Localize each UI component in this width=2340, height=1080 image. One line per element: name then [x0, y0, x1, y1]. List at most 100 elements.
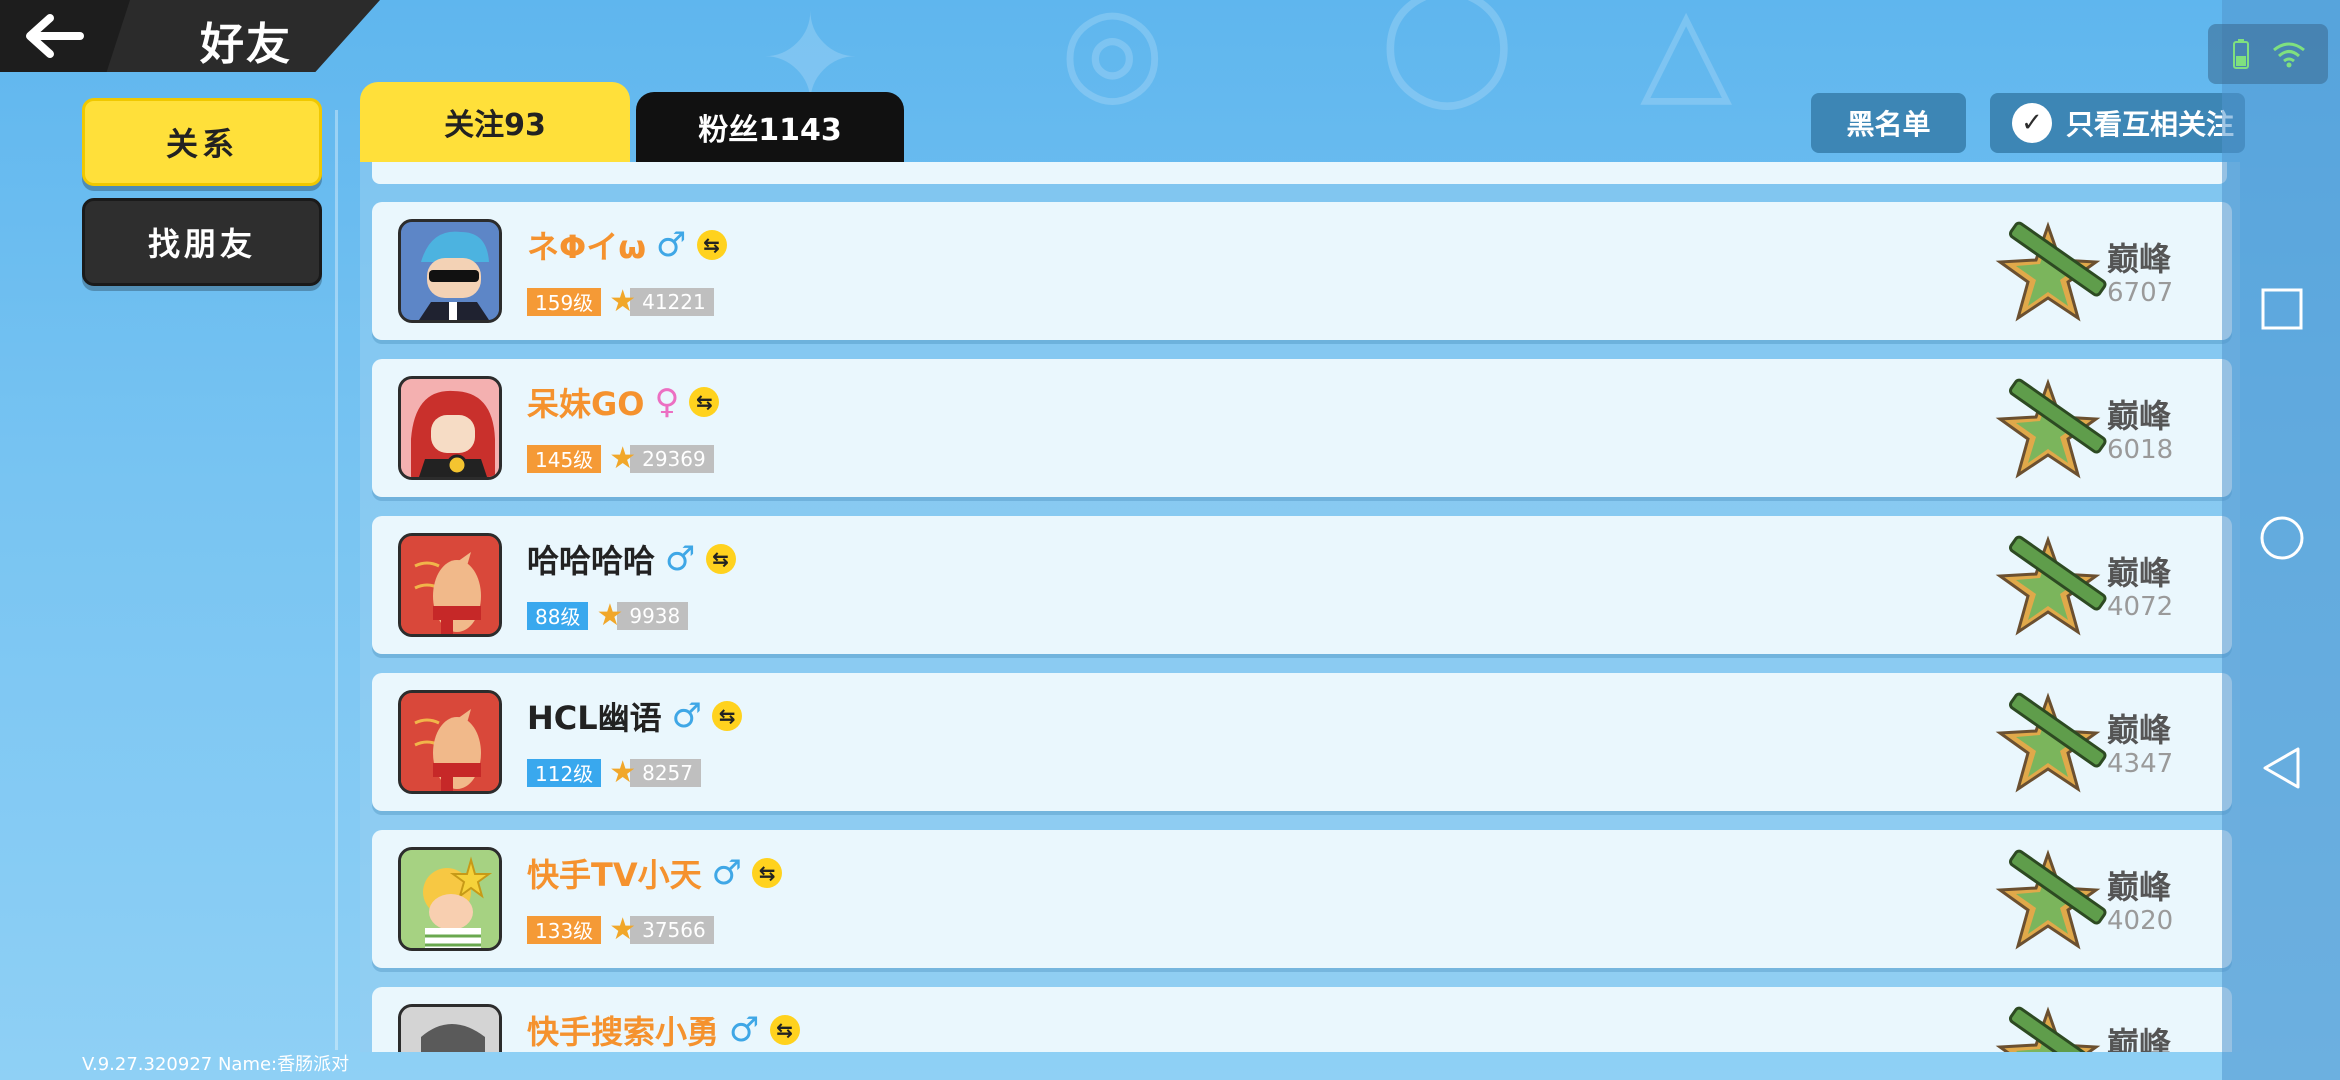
rank-score: 6018 — [2107, 435, 2174, 465]
mutual-follow-icon: ⇆ — [769, 1015, 800, 1045]
side-divider — [335, 110, 338, 1050]
star-icon: ★ — [609, 441, 637, 476]
rank-emblem-icon — [1995, 692, 2107, 793]
mutual-follow-icon: ⇆ — [712, 701, 743, 731]
level-badge: 145级 — [527, 444, 602, 473]
friend-name: HCL幽语 — [527, 699, 662, 737]
friend-row[interactable]: 快手搜索小勇 ♂ ⇆ 巅峰 — [372, 987, 2232, 1052]
rank-emblem-icon — [1995, 221, 2107, 322]
version-label: V.9.27.320927 Name:香肠派对 — [82, 1054, 350, 1075]
info-line: 133级 ★ 37566 — [527, 912, 714, 947]
rank-score: 4020 — [2107, 906, 2174, 936]
level-badge: 88级 — [527, 601, 589, 630]
wifi-icon — [2272, 42, 2305, 68]
mutual-follow-icon: ⇆ — [696, 230, 727, 260]
blacklist-button[interactable]: 黑名单 — [1811, 93, 1966, 153]
circle-nav-icon[interactable] — [2260, 516, 2304, 560]
friend-name: 快手搜索小勇 — [527, 1013, 720, 1051]
avatar[interactable] — [398, 376, 502, 480]
score-value: 29369 — [630, 444, 714, 473]
friend-row[interactable]: 哈哈哈哈 ♂ ⇆ 88级 ★ 9938 巅峰 4072 — [372, 516, 2232, 654]
score-badge: ★ 29369 — [609, 441, 714, 476]
tab-following[interactable]: 关注93 — [360, 82, 630, 162]
avatar[interactable] — [398, 219, 502, 323]
friend-name: 哈哈哈哈 — [527, 542, 656, 580]
avatar[interactable] — [398, 533, 502, 637]
name-line: 快手TV小天 ♂ ⇆ — [527, 850, 783, 896]
mutual-follow-icon: ⇆ — [705, 544, 736, 574]
name-line: 哈哈哈哈 ♂ ⇆ — [527, 536, 736, 582]
status-indicators — [2208, 24, 2328, 84]
female-icon: ♀ — [654, 382, 680, 422]
male-icon: ♂ — [711, 853, 743, 893]
rank-score: 4072 — [2107, 592, 2174, 622]
mutual-only-label: 只看互相关注 — [2066, 108, 2235, 141]
rank-score: 6707 — [2107, 278, 2174, 308]
star-icon: ★ — [609, 755, 637, 790]
rank-title: 巅峰 — [2107, 1025, 2172, 1052]
back-arrow-icon — [26, 14, 84, 58]
level-badge: 133级 — [527, 915, 602, 944]
side-menu-relationship[interactable]: 关系 — [82, 98, 322, 186]
page-title: 好友 — [200, 19, 292, 70]
triangle-back-nav-icon[interactable] — [2260, 746, 2304, 790]
background-doodle: △ — [1640, 0, 1733, 119]
rank-title: 巅峰 — [2107, 240, 2172, 278]
friend-row[interactable]: 呆妹GO ♀ ⇆ 145级 ★ 29369 巅峰 6018 — [372, 359, 2232, 497]
male-icon: ♂ — [665, 539, 696, 579]
rank-title: 巅峰 — [2107, 554, 2172, 592]
score-value: 9938 — [617, 601, 689, 630]
back-button[interactable] — [0, 0, 130, 72]
star-icon: ★ — [596, 598, 624, 633]
name-line: ネΦイω ♂ ⇆ — [527, 222, 727, 268]
rank-title: 巅峰 — [2107, 711, 2172, 749]
rank-emblem-icon — [1995, 1006, 2107, 1052]
square-nav-icon[interactable] — [2260, 287, 2304, 331]
name-line: 快手搜索小勇 ♂ ⇆ — [527, 1007, 800, 1052]
score-badge: ★ 8257 — [609, 755, 701, 790]
male-icon: ♂ — [729, 1010, 760, 1050]
mutual-follow-icon: ⇆ — [752, 858, 783, 888]
info-line: 159级 ★ 41221 — [527, 284, 714, 319]
score-value: 37566 — [630, 915, 714, 944]
tab-fans[interactable]: 粉丝1143 — [636, 92, 904, 162]
side-menu-find-friends[interactable]: 找朋友 — [82, 198, 322, 286]
rank-score: 4347 — [2107, 749, 2174, 779]
friend-row[interactable]: ネΦイω ♂ ⇆ 159级 ★ 41221 巅峰 6707 — [372, 202, 2232, 340]
rank-title: 巅峰 — [2107, 397, 2172, 435]
background-doodle: ◯ — [1380, 0, 1515, 109]
rank-emblem-icon — [1995, 378, 2107, 479]
score-badge: ★ 37566 — [609, 912, 714, 947]
friend-row[interactable]: 快手TV小天 ♂ ⇆ 133级 ★ 37566 巅峰 4020 — [372, 830, 2232, 968]
name-line: 呆妹GO ♀ ⇆ — [527, 379, 720, 425]
info-line: 112级 ★ 8257 — [527, 755, 701, 790]
male-icon: ♂ — [656, 225, 687, 265]
level-badge: 112级 — [527, 758, 602, 787]
avatar[interactable] — [398, 1004, 502, 1052]
rank-emblem-icon — [1995, 535, 2107, 636]
friend-list[interactable]: ネΦイω ♂ ⇆ 159级 ★ 41221 巅峰 6707 呆妹GO ♀ ⇆ 1… — [360, 162, 2240, 1052]
mutual-follow-icon: ⇆ — [689, 387, 720, 417]
check-icon: ✓ — [2012, 103, 2052, 143]
friend-name: 呆妹GO — [527, 385, 645, 423]
list-item-partial — [372, 162, 2227, 184]
score-value: 41221 — [630, 287, 714, 316]
title-banner: 好友 — [0, 0, 380, 72]
male-icon: ♂ — [671, 696, 703, 736]
star-icon: ★ — [609, 284, 637, 319]
score-badge: ★ 9938 — [596, 598, 689, 633]
battery-icon — [2232, 39, 2249, 69]
score-value: 8257 — [630, 758, 701, 787]
score-badge: ★ 41221 — [609, 284, 714, 319]
friend-row[interactable]: HCL幽语 ♂ ⇆ 112级 ★ 8257 巅峰 4347 — [372, 673, 2232, 811]
friend-name: ネΦイω — [527, 228, 647, 266]
name-line: HCL幽语 ♂ ⇆ — [527, 693, 743, 739]
background-doodle: ◎ — [1060, 0, 1165, 119]
rank-emblem-icon — [1995, 849, 2107, 950]
star-icon: ★ — [609, 912, 637, 947]
avatar[interactable] — [398, 690, 502, 794]
avatar[interactable] — [398, 847, 502, 951]
info-line: 145级 ★ 29369 — [527, 441, 714, 476]
mutual-only-toggle[interactable]: ✓ 只看互相关注 — [1990, 93, 2245, 153]
rank-title: 巅峰 — [2107, 868, 2172, 906]
